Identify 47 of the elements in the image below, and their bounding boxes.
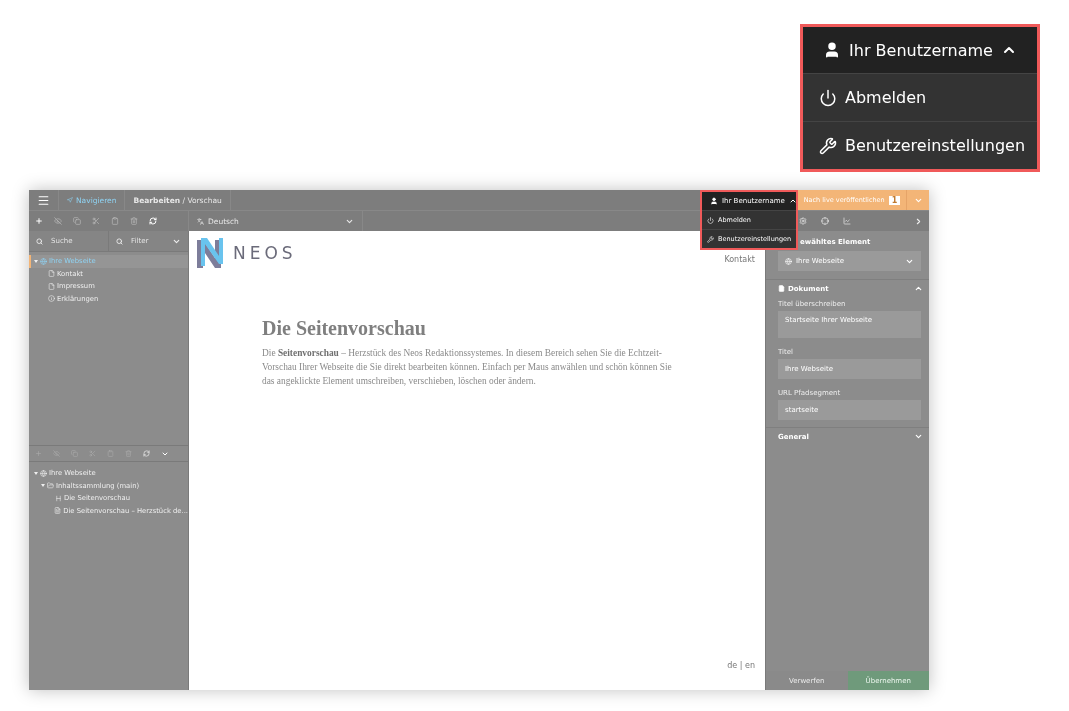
globe-icon <box>785 257 792 265</box>
info-icon <box>48 295 55 303</box>
globe-icon <box>40 257 47 265</box>
paste-icon[interactable] <box>107 450 114 457</box>
logo-text: NEOS <box>233 243 297 263</box>
chevron-up-icon <box>788 197 797 205</box>
folder-icon <box>47 482 54 490</box>
user-menu-button[interactable]: Ihr Benutzername <box>803 27 1037 73</box>
page-icon <box>48 282 55 290</box>
wrench-icon <box>819 136 837 155</box>
count-badge: 1 <box>888 195 901 205</box>
globe-icon <box>40 469 47 477</box>
search-icon <box>116 237 123 245</box>
chevron-down-icon <box>914 432 923 441</box>
document-icon <box>54 507 62 515</box>
publish-menu-button[interactable] <box>906 190 929 210</box>
gear-icon <box>799 217 807 225</box>
target-icon <box>821 217 829 225</box>
scissors-icon[interactable] <box>92 217 100 225</box>
heading-icon <box>55 494 62 502</box>
refresh-icon[interactable] <box>143 450 150 457</box>
copy-icon[interactable] <box>73 217 81 225</box>
trash-icon[interactable] <box>130 217 138 225</box>
chevron-up-icon <box>914 284 923 293</box>
power-icon <box>707 216 714 224</box>
page-heading: Die Seitenvorschau <box>262 317 427 340</box>
language-icon <box>197 217 204 225</box>
page-icon <box>778 285 785 292</box>
nav-link[interactable]: Kontakt <box>724 255 755 264</box>
wrench-icon <box>707 235 714 243</box>
chart-icon <box>843 217 851 225</box>
chevron-right-icon <box>914 216 923 226</box>
paste-icon[interactable] <box>111 217 119 225</box>
arrow-icon <box>67 197 73 203</box>
page-paragraph: Die Seitenvorschau – Herzstück des Neos Redaktionssystemes. In diesem Bereich sehen Sie die Echtzeit-Vorschau Ihrer Webseite die Sie direkt bearbeiten können. Einfach per Maus anwählen und schön können Sie das angeklickte Element umschreiben, verschieben, löschen oder ändern. <box>262 347 673 388</box>
plus-icon[interactable] <box>35 217 43 225</box>
user-icon <box>710 197 718 205</box>
search-icon <box>36 237 43 245</box>
logo-icon <box>197 238 223 268</box>
plus-icon[interactable] <box>35 450 42 457</box>
menu-icon <box>37 193 50 207</box>
hide-icon[interactable] <box>54 217 62 225</box>
power-icon <box>819 88 837 107</box>
language-links[interactable]: de | en <box>727 661 755 670</box>
page-icon <box>48 270 55 278</box>
refresh-icon[interactable] <box>149 217 157 225</box>
scissors-icon[interactable] <box>89 450 96 457</box>
